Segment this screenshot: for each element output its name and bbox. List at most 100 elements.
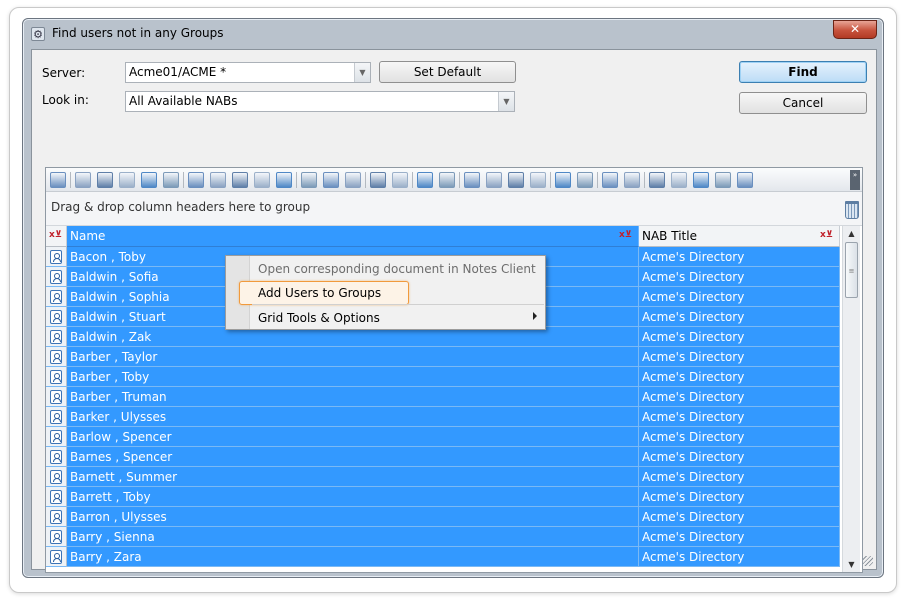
cell-name[interactable]: Barker , Ulysses — [67, 407, 639, 427]
cancel-button[interactable]: Cancel — [739, 92, 867, 114]
move-up-icon[interactable] — [119, 172, 135, 188]
cell-nab-title[interactable]: Acme's Directory — [639, 387, 840, 407]
cell-name[interactable]: Barrett , Toby — [67, 487, 639, 507]
cell-name[interactable]: Barry , Sienna — [67, 527, 639, 547]
table-row[interactable]: Barry , Sienna Acme's Directory — [46, 527, 840, 547]
scroll-down-icon[interactable]: ▼ — [844, 557, 859, 572]
folder-dropdown-icon[interactable] — [530, 172, 546, 188]
filter-icon[interactable]: x⊻ — [820, 230, 833, 241]
zoom-in-icon[interactable] — [439, 172, 455, 188]
header-filter-cell[interactable]: x⊻ — [46, 226, 67, 247]
chevron-down-icon[interactable]: ▼ — [498, 92, 514, 111]
row-icon-cell — [46, 407, 67, 427]
scroll-up-icon[interactable]: ▲ — [844, 226, 859, 241]
select-all-icon[interactable] — [276, 172, 292, 188]
tree-icon[interactable] — [737, 172, 753, 188]
copy-icon[interactable] — [301, 172, 317, 188]
group-icon[interactable] — [602, 172, 618, 188]
table-row[interactable]: Barber , Truman Acme's Directory — [46, 387, 840, 407]
cell-nab-title[interactable]: Acme's Directory — [639, 287, 840, 307]
set-default-button[interactable]: Set Default — [379, 61, 516, 83]
zoom-out-icon[interactable] — [464, 172, 480, 188]
cell-name[interactable]: Baldwin , Zak — [67, 327, 639, 347]
table-row[interactable]: Barnes , Spencer Acme's Directory — [46, 447, 840, 467]
cell-nab-title[interactable]: Acme's Directory — [639, 307, 840, 327]
split-icon[interactable] — [188, 172, 204, 188]
hierarchy-icon[interactable] — [715, 172, 731, 188]
filter-icon[interactable] — [508, 172, 524, 188]
resize-grip-icon[interactable] — [863, 556, 873, 566]
layout-dropdown-icon[interactable] — [417, 172, 433, 188]
cell-nab-title[interactable]: Acme's Directory — [639, 527, 840, 547]
lookin-combobox[interactable]: All Available NABs ▼ — [125, 91, 515, 112]
column-header-nab-title[interactable]: NAB Title x⊻ — [639, 226, 840, 247]
menu-item-open-document[interactable]: Open corresponding document in Notes Cli… — [258, 262, 536, 276]
table-row[interactable]: Barry , Zara Acme's Directory — [46, 547, 840, 567]
cell-nab-title[interactable]: Acme's Directory — [639, 327, 840, 347]
ungroup-icon[interactable] — [624, 172, 640, 188]
cell-name[interactable]: Barber , Taylor — [67, 347, 639, 367]
paste-icon[interactable] — [323, 172, 339, 188]
filter-clear-icon[interactable]: x⊻ — [49, 230, 62, 241]
cell-name[interactable]: Barlow , Spencer — [67, 427, 639, 447]
group-by-area[interactable]: Drag & drop column headers here to group — [46, 192, 862, 226]
cell-name[interactable]: Barnett , Summer — [67, 467, 639, 487]
grid-settings-icon[interactable] — [50, 172, 66, 188]
title-bar[interactable]: ⚙ Find users not in any Groups ✕ — [23, 19, 883, 49]
print-icon[interactable] — [392, 172, 408, 188]
toolbar-overflow-icon[interactable]: » — [850, 170, 860, 190]
table-row[interactable]: Barber , Taylor Acme's Directory — [46, 347, 840, 367]
chart-icon[interactable] — [671, 172, 687, 188]
trash-icon[interactable] — [845, 201, 859, 219]
chevron-down-icon[interactable]: ▼ — [354, 63, 370, 82]
server-combobox[interactable]: Acme01/ACME * ▼ — [125, 62, 371, 83]
columns-icon[interactable] — [649, 172, 665, 188]
cell-nab-title[interactable]: Acme's Directory — [639, 347, 840, 367]
cell-nab-title[interactable]: Acme's Directory — [639, 427, 840, 447]
menu-item-grid-tools[interactable]: Grid Tools & Options — [258, 311, 380, 325]
close-button[interactable]: ✕ — [833, 20, 877, 39]
expand-icon[interactable] — [555, 172, 571, 188]
cell-nab-title[interactable]: Acme's Directory — [639, 247, 840, 267]
column-right-icon[interactable] — [254, 172, 270, 188]
cell-nab-title[interactable]: Acme's Directory — [639, 267, 840, 287]
delete-row-icon[interactable] — [97, 172, 113, 188]
cell-nab-title[interactable]: Acme's Directory — [639, 507, 840, 527]
filter-icon[interactable]: x⊻ — [619, 230, 632, 241]
cell-name[interactable]: Barber , Toby — [67, 367, 639, 387]
vertical-scrollbar[interactable]: ▲ ≡ ▼ — [842, 226, 860, 572]
import-icon[interactable] — [370, 172, 386, 188]
table-row[interactable]: Barrett , Toby Acme's Directory — [46, 487, 840, 507]
toolbar-separator — [459, 172, 460, 188]
cell-nab-title[interactable]: Acme's Directory — [639, 547, 840, 567]
table-row[interactable]: Barker , Ulysses Acme's Directory — [46, 407, 840, 427]
cell-nab-title[interactable]: Acme's Directory — [639, 447, 840, 467]
move-down-icon[interactable] — [141, 172, 157, 188]
toolbar-separator — [550, 172, 551, 188]
menu-item-add-users-to-groups[interactable]: Add Users to Groups — [258, 286, 381, 300]
cell-nab-title[interactable]: Acme's Directory — [639, 367, 840, 387]
collapse-icon[interactable] — [577, 172, 593, 188]
cell-nab-title[interactable]: Acme's Directory — [639, 487, 840, 507]
merge-icon[interactable] — [163, 172, 179, 188]
cell-name[interactable]: Barron , Ulysses — [67, 507, 639, 527]
cell-name[interactable]: Barber , Truman — [67, 387, 639, 407]
scroll-thumb[interactable]: ≡ — [845, 242, 858, 298]
table-row[interactable]: Barron , Ulysses Acme's Directory — [46, 507, 840, 527]
table-row[interactable]: Barber , Toby Acme's Directory — [46, 367, 840, 387]
zoom-reset-icon[interactable] — [486, 172, 502, 188]
cell-nab-title[interactable]: Acme's Directory — [639, 467, 840, 487]
add-row-icon[interactable] — [75, 172, 91, 188]
tag-icon[interactable] — [693, 172, 709, 188]
table-row[interactable]: Baldwin , Zak Acme's Directory — [46, 327, 840, 347]
column-center-icon[interactable] — [232, 172, 248, 188]
column-left-icon[interactable] — [210, 172, 226, 188]
find-button[interactable]: Find — [739, 61, 867, 83]
cell-name[interactable]: Barry , Zara — [67, 547, 639, 567]
cell-name[interactable]: Barnes , Spencer — [67, 447, 639, 467]
table-row[interactable]: Barnett , Summer Acme's Directory — [46, 467, 840, 487]
table-row[interactable]: Barlow , Spencer Acme's Directory — [46, 427, 840, 447]
cell-nab-title[interactable]: Acme's Directory — [639, 407, 840, 427]
export-icon[interactable] — [345, 172, 361, 188]
column-header-name[interactable]: Name x⊻ — [67, 226, 639, 247]
